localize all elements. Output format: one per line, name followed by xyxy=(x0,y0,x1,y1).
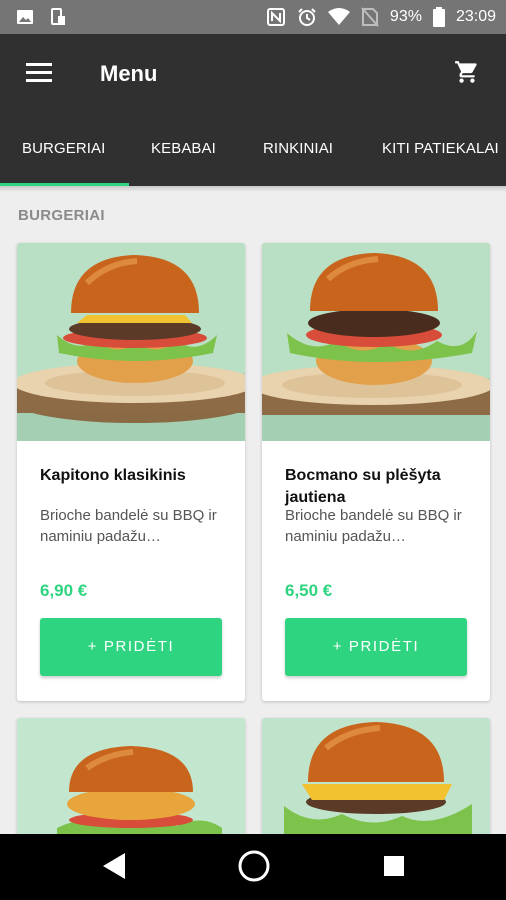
recents-icon[interactable] xyxy=(382,854,406,883)
product-card[interactable] xyxy=(262,718,490,848)
clock: 23:09 xyxy=(455,8,496,25)
product-image xyxy=(17,243,245,441)
no-sim-icon xyxy=(361,7,379,27)
alarm-icon xyxy=(297,7,317,27)
add-to-cart-button[interactable]: + PRIDĖTI xyxy=(40,618,222,676)
product-card[interactable]: Bocmano su plėšyta jautiena Brioche band… xyxy=(262,243,490,701)
tab-burgeriai[interactable]: BURGERIAI xyxy=(22,114,105,186)
product-price: 6,90 € xyxy=(40,581,88,600)
battery-icon xyxy=(432,7,445,27)
app-bar: Menu xyxy=(0,34,506,114)
product-card[interactable] xyxy=(17,718,245,848)
category-tabs: BURGERIAI KEBABAI RINKINIAI KITI PATIEKA… xyxy=(0,114,506,186)
product-image xyxy=(262,718,490,848)
battery-level: 93% xyxy=(389,8,422,25)
product-description: Brioche bandelė su BBQ ir naminiu padažu… xyxy=(285,507,462,545)
tab-kiti-patiekalai[interactable]: KITI PATIEKALAI xyxy=(382,114,499,186)
status-bar: 93% 23:09 xyxy=(0,0,506,34)
product-description: Brioche bandelė su BBQ ir naminiu padažu… xyxy=(40,507,217,545)
product-name: Kapitono klasikinis xyxy=(40,467,186,484)
nfc-icon xyxy=(266,7,286,27)
cart-icon[interactable] xyxy=(454,59,480,90)
product-card[interactable]: Kapitono klasikinis Brioche bandelė su B… xyxy=(17,243,245,701)
product-name: Bocmano su plėšyta jautiena xyxy=(285,467,441,506)
add-to-cart-button[interactable]: + PRIDĖTI xyxy=(285,618,467,676)
tab-shadow xyxy=(0,186,506,192)
product-price: 6,50 € xyxy=(285,581,333,600)
product-image xyxy=(17,718,245,848)
system-nav-bar xyxy=(0,834,506,900)
device-notification-icon xyxy=(50,8,66,26)
gallery-notification-icon xyxy=(16,8,34,26)
back-icon[interactable] xyxy=(101,851,127,886)
page-title: Menu xyxy=(100,61,158,86)
home-icon[interactable] xyxy=(237,849,271,888)
tab-kebabai[interactable]: KEBABAI xyxy=(151,114,216,186)
product-image xyxy=(262,243,490,441)
tab-rinkiniai[interactable]: RINKINIAI xyxy=(263,114,333,186)
section-title: BURGERIAI xyxy=(18,207,105,224)
menu-icon[interactable] xyxy=(24,61,54,88)
wifi-icon xyxy=(327,8,350,26)
